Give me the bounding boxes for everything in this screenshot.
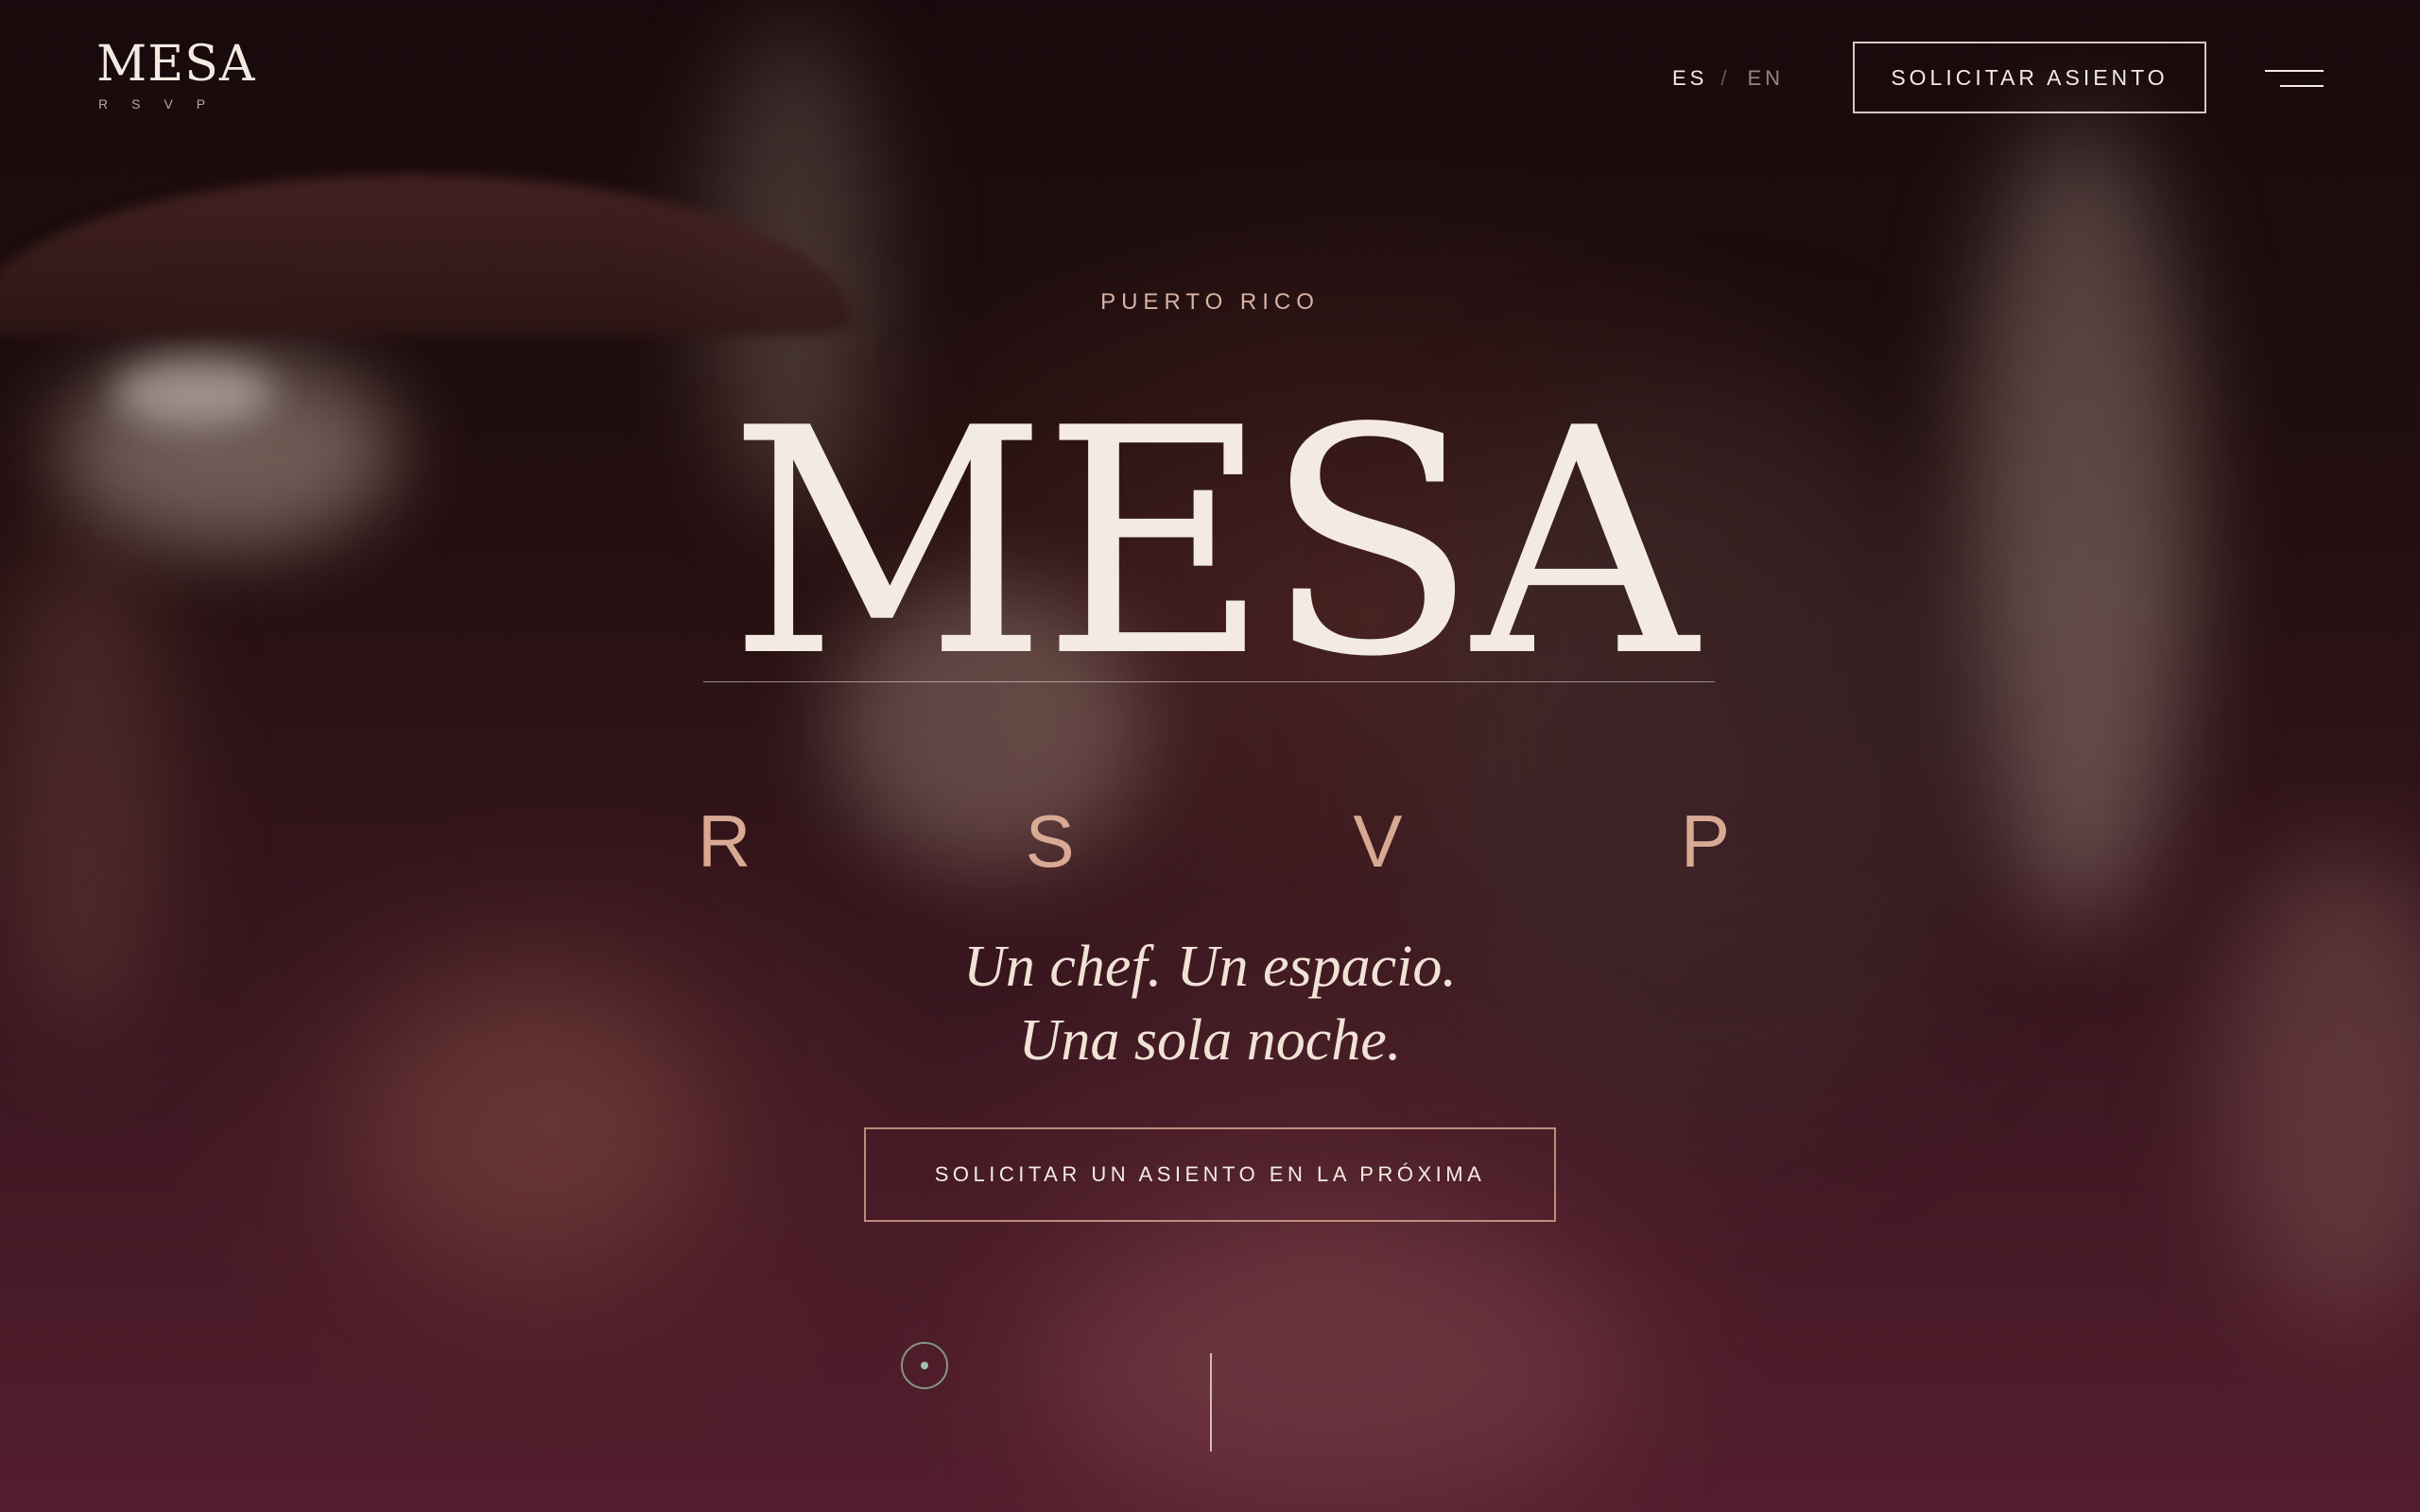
site-logo[interactable]: MESA RSVP [96, 38, 255, 112]
site-header: MESA RSVP ES / EN SOLICITAR ASIENTO [0, 0, 2420, 151]
logo-wordmark: MESA [96, 36, 256, 93]
hero-tagline-line2: Una sola noche. [1018, 1008, 1402, 1073]
request-next-seat-button[interactable]: SOLICITAR UN ASIENTO EN LA PRÓXIMA [864, 1127, 1556, 1222]
scroll-indicator-icon[interactable] [901, 1342, 948, 1389]
rsvp-letter: P [1680, 799, 1730, 883]
lang-en-link[interactable]: EN [1747, 66, 1784, 91]
hero-kicker: PUERTO RICO [1100, 289, 1320, 315]
rsvp-letter: V [1353, 799, 1403, 883]
request-seat-button[interactable]: SOLICITAR ASIENTO [1853, 42, 2206, 113]
lang-es-link[interactable]: ES [1672, 66, 1707, 91]
hero-title-rule [703, 681, 1715, 682]
lang-separator: / [1720, 66, 1731, 90]
logo-subtitle: RSVP [98, 96, 230, 112]
language-switcher: ES / EN [1672, 66, 1784, 91]
scroll-line [1210, 1353, 1212, 1452]
menu-icon[interactable] [2265, 68, 2324, 91]
rsvp-letter: S [1025, 799, 1075, 883]
hero-tagline-line1: Un chef. Un espacio. [963, 935, 1457, 999]
hero-rsvp-letters: R S V P [698, 799, 1730, 884]
hero-title: MESA [728, 362, 1697, 725]
rsvp-letter: R [698, 799, 752, 883]
hero-background-photo [0, 0, 2420, 1512]
